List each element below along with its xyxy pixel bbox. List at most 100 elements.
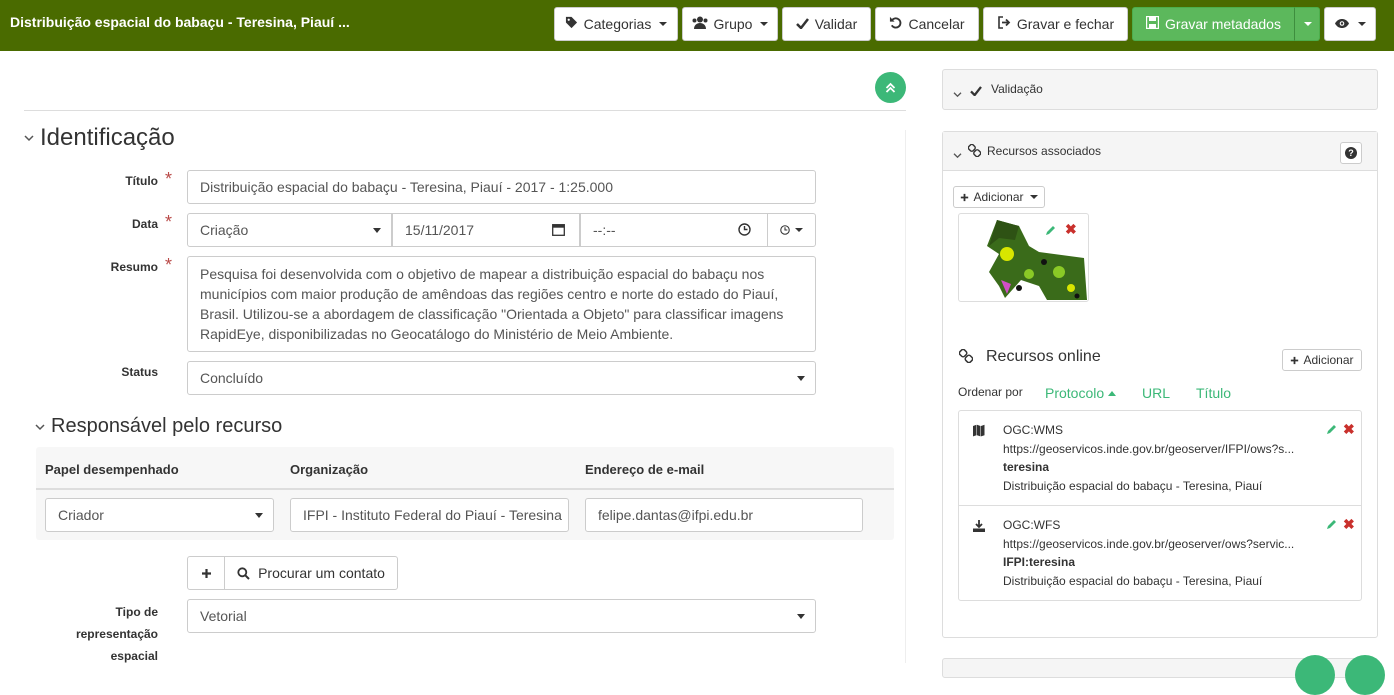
ordenar-label: Ordenar por	[958, 385, 1023, 399]
adicionar-associado-button[interactable]: Adicionar	[953, 186, 1045, 208]
link-icon	[967, 143, 982, 160]
plus-icon	[201, 568, 211, 578]
sign-out-icon	[997, 16, 1011, 32]
time-input[interactable]: --:--	[580, 213, 768, 247]
resource-name: IFPI:teresina	[1003, 555, 1076, 569]
caret-down-icon	[1358, 22, 1366, 26]
categorias-label: Categorias	[583, 16, 652, 32]
floating-action-button[interactable]	[1345, 655, 1385, 695]
date-input[interactable]: 15/11/2017	[392, 213, 580, 247]
pencil-icon[interactable]	[1045, 224, 1056, 239]
titulo-label: Título	[125, 174, 158, 188]
col-email-header: Endereço de e-mail	[585, 462, 705, 477]
associated-resource-thumbnail[interactable]: ✖	[958, 213, 1089, 302]
gravar-fechar-label: Gravar e fechar	[1016, 16, 1115, 32]
papel-select[interactable]: Criador	[45, 498, 274, 532]
link-icon	[958, 348, 974, 366]
caret-down-icon	[1029, 195, 1038, 199]
grupo-button[interactable]: Grupo	[682, 7, 778, 41]
users-icon	[692, 16, 708, 32]
plus-icon	[961, 193, 969, 201]
help-button[interactable]: ?	[1340, 142, 1362, 164]
remove-icon[interactable]: ✖	[1065, 221, 1077, 238]
date-options-button[interactable]	[767, 213, 816, 247]
validacao-title: Validação	[991, 82, 1043, 96]
validar-button[interactable]: Validar	[782, 7, 871, 41]
tipo-label-line: espacial	[110, 649, 158, 663]
procurar-contato-button[interactable]: Procurar um contato	[224, 556, 398, 590]
col-papel-header: Papel desempenhado	[45, 462, 179, 477]
resource-description: Distribuição espacial do babaçu - Teresi…	[1003, 574, 1263, 588]
required-marker: *	[165, 169, 173, 189]
remove-icon[interactable]: ✖	[1343, 421, 1355, 438]
recursos-associados-header[interactable]: Recursos associados	[943, 132, 1377, 171]
gravar-metadados-label: Gravar metadados	[1165, 16, 1281, 32]
adicionar-label: Adicionar	[973, 190, 1024, 204]
email-input[interactable]: felipe.dantas@ifpi.edu.br	[585, 498, 863, 532]
required-marker: *	[165, 255, 173, 275]
check-icon	[795, 16, 809, 32]
sort-titulo[interactable]: Título	[1196, 385, 1231, 401]
undo-icon	[889, 16, 902, 32]
top-toolbar: Distribuição espacial do babaçu - Teresi…	[0, 0, 1394, 51]
save-icon	[1145, 15, 1160, 32]
map-icon	[972, 424, 985, 440]
section-identificacao-title[interactable]: Identificação	[40, 124, 175, 152]
chevron-down-icon[interactable]	[24, 131, 34, 145]
list-item[interactable]: OGC:WMS https://geoservicos.inde.gov.br/…	[958, 410, 1362, 506]
sort-protocolo[interactable]: Protocolo	[1045, 385, 1117, 401]
sort-protocolo-label: Protocolo	[1045, 385, 1105, 401]
gravar-fechar-button[interactable]: Gravar e fechar	[983, 7, 1128, 41]
tipo-label: Tipo de representação espacial	[60, 601, 158, 667]
chevron-down-icon	[953, 148, 962, 162]
resource-protocol: OGC:WMS	[1003, 423, 1063, 437]
list-item[interactable]: OGC:WFS https://geoservicos.inde.gov.br/…	[958, 505, 1362, 601]
tipo-select[interactable]: Vetorial	[187, 599, 816, 633]
sort-url[interactable]: URL	[1142, 385, 1170, 401]
search-icon	[237, 566, 250, 580]
clock-icon	[780, 225, 790, 235]
caret-down-icon	[659, 22, 668, 26]
resource-name: teresina	[1003, 460, 1050, 474]
gravar-metadados-button[interactable]: Gravar metadados	[1132, 7, 1295, 41]
tag-icon	[565, 16, 578, 32]
remove-icon[interactable]: ✖	[1343, 516, 1355, 533]
pencil-icon[interactable]	[1326, 423, 1337, 438]
caret-down-icon	[1304, 22, 1312, 26]
cancelar-button[interactable]: Cancelar	[875, 7, 979, 41]
download-icon	[973, 519, 985, 535]
floating-action-button[interactable]	[1295, 655, 1335, 695]
resource-description: Distribuição espacial do babaçu - Teresi…	[1003, 479, 1263, 493]
adicionar-online-button[interactable]: Adicionar	[1282, 349, 1362, 371]
divider	[905, 130, 906, 663]
calendar-icon[interactable]	[552, 223, 565, 239]
data-label: Data	[131, 217, 158, 231]
chevron-down-icon[interactable]	[35, 420, 45, 434]
caret-down-icon	[795, 228, 803, 232]
page-title: Distribuição espacial do babaçu - Teresi…	[10, 14, 350, 30]
recursos-associados-title: Recursos associados	[987, 144, 1102, 158]
pencil-icon[interactable]	[1326, 518, 1337, 533]
plus-icon	[1291, 356, 1299, 364]
organizacao-input[interactable]: IFPI - Instituto Federal do Piauí - Tere…	[290, 498, 569, 532]
categorias-button[interactable]: Categorias	[554, 7, 678, 41]
resource-url[interactable]: https://geoservicos.inde.gov.br/geoserve…	[1003, 537, 1323, 551]
section-responsavel-title[interactable]: Responsável pelo recurso	[51, 415, 282, 438]
question-icon: ?	[1345, 147, 1357, 159]
status-select[interactable]: Concluído	[187, 361, 816, 395]
resource-url[interactable]: https://geoservicos.inde.gov.br/geoserve…	[1003, 442, 1323, 456]
resumo-textarea[interactable]: Pesquisa foi desenvolvida com o objetivo…	[187, 256, 816, 352]
add-contact-button[interactable]	[187, 556, 225, 590]
tipo-label-line: representação	[75, 627, 158, 641]
divider	[36, 488, 894, 490]
gravar-options-dropdown[interactable]	[1294, 7, 1320, 41]
date-value: 15/11/2017	[405, 222, 475, 238]
collapse-all-button[interactable]	[875, 72, 906, 103]
data-type-select[interactable]: Criação	[187, 213, 392, 247]
adicionar-label: Adicionar	[1303, 353, 1354, 367]
titulo-input[interactable]: Distribuição espacial do babaçu - Teresi…	[187, 170, 816, 204]
validacao-panel[interactable]: Validação	[942, 69, 1378, 110]
cancelar-label: Cancelar	[908, 16, 965, 32]
clock-icon[interactable]	[738, 223, 751, 239]
view-mode-button[interactable]	[1324, 7, 1376, 41]
